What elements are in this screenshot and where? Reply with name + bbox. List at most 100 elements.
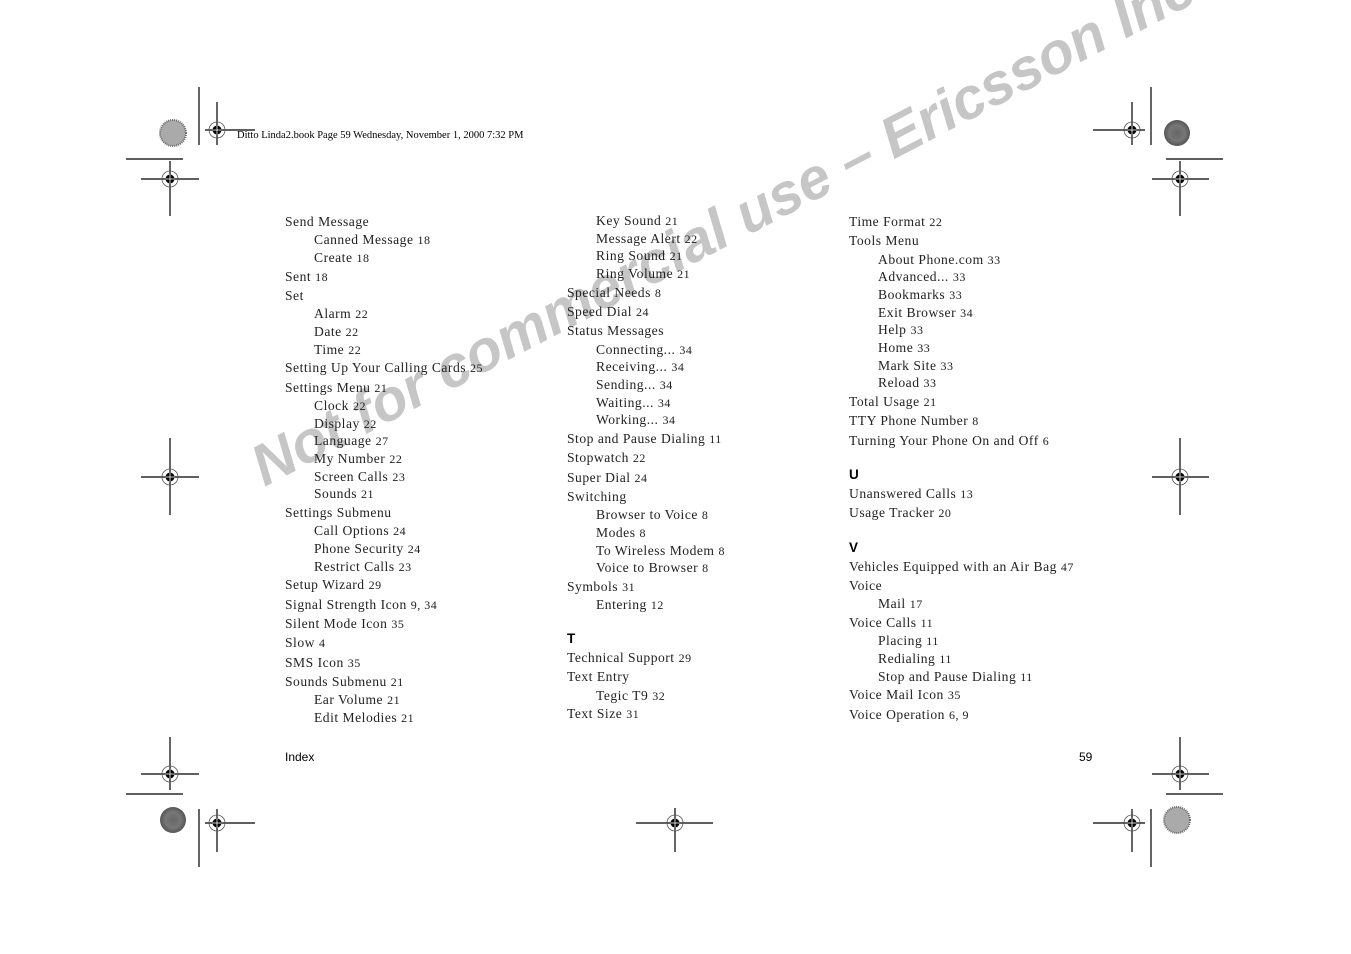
entry-page-ref: 24	[407, 542, 421, 557]
entry-page-ref: 32	[652, 688, 666, 703]
entry-page-ref: 29	[368, 578, 382, 593]
entry-term: To Wireless Modem	[596, 542, 715, 558]
entry-term: Phone Security	[314, 541, 404, 557]
entry-page-ref: 9, 34	[410, 597, 438, 612]
entry-term: Clock	[314, 397, 349, 413]
index-subentry: Advanced... 33	[849, 268, 1074, 286]
index-subentry: Ring Sound 21	[567, 247, 725, 265]
index-subentry: Display 22	[285, 415, 483, 433]
entry-term: Super Dial	[567, 469, 631, 485]
entry-page-ref: 4	[318, 636, 326, 651]
entry-page-ref: 18	[417, 233, 431, 248]
index-subentry: To Wireless Modem 8	[567, 542, 725, 560]
index-subentry: Key Sound 21	[567, 212, 725, 230]
entry-term: Silent Mode Icon	[285, 616, 388, 631]
index-subentry: Message Alert 22	[567, 230, 725, 248]
index-entry: Text Entry	[567, 667, 725, 686]
entry-page-ref: 34	[657, 395, 671, 410]
entry-page-ref: 8	[701, 508, 709, 523]
index-subentry: Phone Security 24	[285, 540, 483, 558]
index-entry: Total Usage 21	[849, 392, 1074, 411]
index-entry: Technical Support 29	[567, 648, 725, 667]
index-letter-heading: U	[849, 466, 859, 482]
index-entry: Stopwatch 22	[567, 448, 725, 467]
index-entry: Slow 4	[285, 633, 483, 652]
entry-page-ref: 21	[677, 267, 691, 282]
entry-page-ref: 34	[662, 413, 676, 428]
index-subentry: Restrict Calls 23	[285, 558, 483, 576]
entry-term: Stopwatch	[567, 450, 629, 466]
entry-page-ref: 22	[348, 342, 362, 357]
index-entry: Vehicles Equipped with an Air Bag 47	[849, 557, 1074, 576]
entry-page-ref: 34	[960, 305, 974, 320]
entry-page-ref: 34	[659, 378, 673, 393]
index-subentry: Connecting... 34	[567, 341, 725, 359]
page-number: 59	[1079, 750, 1093, 764]
index-entry: Special Needs 8	[567, 283, 725, 302]
entry-term: Redialing	[878, 650, 936, 666]
entry-term: Stop and Pause Dialing	[878, 668, 1017, 684]
entry-page-ref: 8	[702, 561, 709, 576]
print-slug: Ditto Linda2.book Page 59 Wednesday, Nov…	[237, 130, 524, 141]
entry-term: Home	[878, 340, 914, 356]
index-subentry: Exit Browser 34	[849, 304, 1074, 322]
entry-page-ref: 20	[938, 506, 952, 521]
entry-page-ref: 21	[387, 693, 401, 708]
index-entry: Voice Calls 11	[849, 613, 1074, 632]
index-subentry: Date 22	[285, 323, 483, 341]
entry-term: Stop and Pause Dialing	[567, 431, 706, 447]
entry-page-ref: 22	[929, 215, 943, 229]
entry-page-ref: 22	[363, 416, 377, 431]
entry-term: Usage Tracker	[849, 505, 935, 521]
index-entry: TTY Phone Number 8	[849, 411, 1074, 430]
entry-term: Mail	[878, 596, 906, 612]
entry-term: Turning Your Phone On and Off	[849, 432, 1039, 448]
index-subentry: About Phone.com 33	[849, 251, 1074, 269]
entry-term: Voice to Browser	[596, 560, 699, 576]
index-subentry: Sounds 21	[285, 485, 483, 503]
entry-page-ref: 22	[352, 398, 366, 413]
entry-term: About Phone.com	[878, 251, 984, 267]
entry-term: Entering	[596, 597, 647, 613]
entry-page-ref: 35	[947, 688, 961, 703]
entry-page-ref: 24	[636, 305, 650, 320]
entry-page-ref: 11	[709, 432, 722, 447]
entry-page-ref: 18	[356, 250, 370, 265]
entry-page-ref: 6	[1042, 433, 1050, 448]
index-subentry: Redialing 11	[849, 650, 1074, 668]
index-subentry: Canned Message 18	[285, 231, 483, 249]
entry-page-ref: 8	[639, 525, 647, 540]
entry-term: Date	[314, 323, 342, 339]
entry-page-ref: 22	[345, 324, 359, 339]
index-entry: Setting Up Your Calling Cards 25	[285, 358, 483, 377]
index-column-2: Key Sound 21 Message Alert 22 Ring Sound 21 Ri…	[567, 212, 725, 724]
index-subentry: Working... 34	[567, 411, 725, 429]
entry-term: Settings Menu	[285, 379, 371, 395]
entry-term: Browser to Voice	[596, 507, 698, 523]
index-entry: Tools Menu	[849, 231, 1074, 250]
index-letter-heading: T	[567, 631, 576, 646]
entry-term: Ring Volume	[596, 266, 674, 282]
index-entry: Settings Menu 21	[285, 378, 483, 397]
entry-term: Bookmarks	[878, 286, 946, 302]
index-entry: Send Message	[285, 212, 483, 231]
index-entry: Text Size 31	[567, 704, 725, 723]
index-subentry: Mark Site 33	[849, 357, 1074, 375]
entry-term: Settings Submenu	[285, 505, 392, 521]
entry-term: Set	[285, 287, 304, 303]
index-entry: Unanswered Calls 13	[849, 484, 1074, 503]
entry-term: Ear Volume	[314, 692, 384, 708]
entry-page-ref: 21	[390, 674, 404, 689]
entry-page-ref: 23	[398, 559, 412, 574]
entry-term: Display	[314, 415, 360, 431]
index-subentry: Edit Melodies 21	[285, 709, 483, 727]
index-subentry: Entering 12	[567, 596, 725, 614]
entry-term: Voice	[849, 577, 883, 593]
entry-page-ref: 29	[678, 651, 692, 665]
index-entry: Signal Strength Icon 9, 34	[285, 595, 483, 614]
entry-page-ref: 13	[960, 486, 974, 501]
entry-term: Mark Site	[878, 357, 937, 373]
index-subentry: Ear Volume 21	[285, 691, 483, 709]
entry-page-ref: 33	[917, 341, 931, 356]
entry-term: Create	[314, 249, 353, 265]
